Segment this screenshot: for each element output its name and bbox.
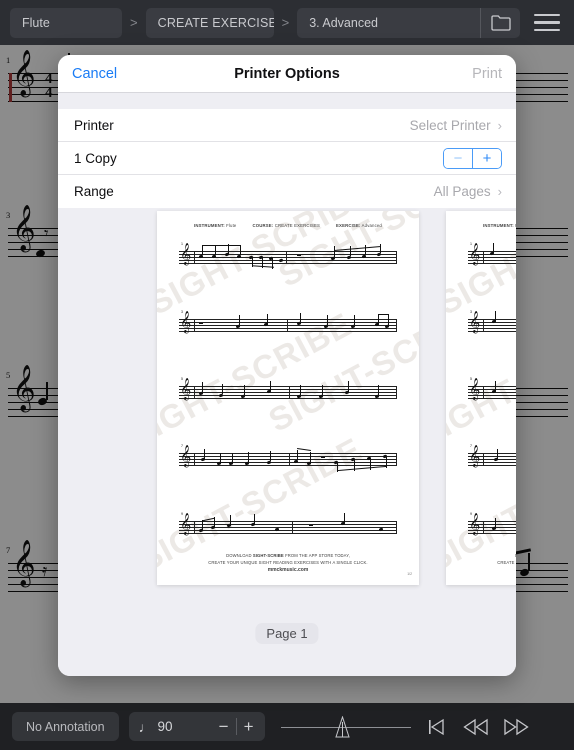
page-header: INSTRUMENT: Flute COURSE: CREATE EXERCIS… — [157, 223, 419, 228]
footer-line-2: CREATE YOUR UNIQUE SIGHT READING EXERCIS… — [208, 559, 368, 565]
page-footer: DOWNLOAD SIGHT-SCRIBE FROM THE APP STORE… — [446, 553, 516, 575]
page-number-label: 1/2 — [407, 572, 412, 576]
print-button[interactable]: Print — [472, 66, 502, 82]
decrease-copies-button[interactable]: − — [444, 148, 472, 168]
header-instrument-key: INSTRUMENT: — [194, 223, 225, 228]
breadcrumb-instrument[interactable]: Flute — [10, 7, 122, 38]
header-exercise-key: EXERCISE: — [336, 223, 361, 228]
treble-clef-icon: 𝄞 — [180, 243, 192, 265]
breadcrumb-course-label: CREATE EXERCISES — [157, 15, 274, 30]
treble-clef-icon: 𝄞 — [180, 445, 192, 467]
treble-clef-icon: 𝄞 — [180, 378, 192, 400]
header-course-value: CREATE EXERCISES — [274, 223, 321, 228]
metronome-volume-slider[interactable] — [280, 714, 411, 740]
treble-clef-icon: 𝄞 — [469, 445, 481, 467]
printer-row[interactable]: Printer Select Printer › — [58, 109, 516, 142]
treble-clef-icon: 𝄞 — [469, 243, 481, 265]
header-instrument: INSTRUMENT: Flute — [483, 223, 516, 228]
treble-clef-icon: 𝄞 — [180, 513, 192, 535]
printer-row-value: Select Printer — [409, 117, 491, 133]
chevron-right-icon: › — [497, 117, 502, 133]
header-instrument-key: INSTRUMENT: — [483, 223, 514, 228]
range-row-value-group: All Pages › — [434, 184, 502, 199]
hamburger-menu-button[interactable] — [530, 8, 564, 38]
options-list: Printer Select Printer › 1 Copy − + Rang… — [58, 109, 516, 208]
app-root: 1 𝄞 4 4 3 𝄞 𝄾 5 𝄞 7 𝄞 𝄿 Flute > CREATE E… — [0, 0, 574, 750]
copies-stepper: − + — [443, 147, 502, 169]
staff-lines — [179, 319, 397, 332]
breadcrumb-exercise[interactable]: 3. Advanced — [297, 7, 520, 38]
watermark-text: SIGHT-SCRIBE — [262, 290, 419, 439]
header-exercise-value: Advanced — [361, 223, 382, 228]
breadcrumb-course[interactable]: CREATE EXERCISES — [145, 7, 274, 38]
chevron-right-icon: › — [497, 184, 502, 199]
tempo-control: ♩ 90 − + — [128, 712, 265, 741]
header-spacer — [58, 93, 516, 109]
bottom-toolbar: No Annotation ♩ 90 − + — [0, 703, 574, 750]
preview-page-2[interactable]: SIGHT-SCRIBE SIGHT-SCRIBE SIGHT-SCRIBE S… — [446, 211, 516, 585]
copies-row-label: 1 Copy — [74, 150, 117, 166]
rewind-button[interactable] — [461, 714, 491, 740]
hamburger-line — [534, 28, 560, 32]
breadcrumb-exercise-label: 3. Advanced — [309, 15, 378, 30]
increase-copies-button[interactable]: + — [473, 148, 501, 168]
tempo-decrease-button[interactable]: − — [212, 717, 236, 737]
hamburger-line — [534, 21, 560, 24]
page-header: INSTRUMENT: Flute COURSE: CREATE EXERCIS… — [446, 223, 516, 228]
annotation-button[interactable]: No Annotation — [12, 712, 119, 741]
page-footer: DOWNLOAD SIGHT-SCRIBE FROM THE APP STORE… — [157, 553, 419, 575]
treble-clef-icon: 𝄞 — [180, 311, 192, 333]
staff-lines — [179, 386, 397, 399]
range-row-value: All Pages — [433, 184, 491, 199]
tempo-value: 90 — [157, 719, 173, 734]
breadcrumb-instrument-label: Flute — [22, 15, 50, 30]
skip-to-start-icon — [428, 718, 444, 735]
range-row-label: Range — [74, 184, 114, 199]
metronome-icon[interactable] — [333, 715, 352, 739]
header-course: COURSE: CREATE EXERCISES — [252, 223, 320, 228]
header-course-key: COURSE: — [252, 223, 274, 228]
copies-row: 1 Copy − + — [58, 142, 516, 175]
folder-icon — [490, 15, 511, 31]
breadcrumb-separator: > — [281, 15, 290, 30]
print-preview-area[interactable]: SIGHT-SCRIBE SIGHT-SCRIBE SIGHT-SCRIBE S… — [58, 208, 516, 676]
treble-clef-icon: 𝄞 — [469, 378, 481, 400]
header-instrument: INSTRUMENT: Flute — [194, 223, 236, 228]
page-indicator-badge: Page 1 — [255, 623, 319, 644]
dialog-title: Printer Options — [234, 65, 340, 82]
range-row[interactable]: Range All Pages › — [58, 175, 516, 208]
tempo-increase-button[interactable]: + — [237, 717, 261, 737]
footer-website: mmckmusic.com — [267, 567, 309, 574]
top-toolbar: Flute > CREATE EXERCISES > 3. Advanced — [0, 0, 574, 45]
quarter-note-icon: ♩ — [138, 718, 153, 735]
fast-forward-icon — [503, 718, 529, 735]
treble-clef-icon: 𝄞 — [469, 513, 481, 535]
skip-to-start-button[interactable] — [421, 714, 451, 740]
footer-line1-brand: SIGHT-SCRIBE — [252, 553, 284, 559]
dialog-header: Cancel Printer Options Print — [58, 55, 516, 93]
breadcrumb-separator: > — [130, 15, 138, 30]
header-instrument-value: Flute — [226, 223, 237, 228]
footer-line1-a: DOWNLOAD — [515, 553, 516, 558]
header-exercise: EXERCISE: Advanced — [336, 223, 382, 228]
rewind-icon — [462, 718, 488, 735]
staff-lines — [179, 453, 397, 466]
fast-forward-button[interactable] — [501, 714, 531, 740]
printer-row-value-group: Select Printer › — [410, 118, 502, 133]
preview-page-1[interactable]: SIGHT-SCRIBE SIGHT-SCRIBE SIGHT-SCRIBE S… — [157, 211, 419, 585]
footer-website: mmckmusic.com — [446, 567, 516, 575]
footer-line1-a: DOWNLOAD — [226, 553, 253, 559]
printer-options-dialog: Cancel Printer Options Print Printer Sel… — [58, 55, 516, 676]
treble-clef-icon: 𝄞 — [469, 311, 481, 333]
printer-row-label: Printer — [74, 117, 114, 133]
footer-line1-c: FROM THE APP STORE TODAY, — [283, 553, 350, 559]
hamburger-line — [534, 13, 560, 17]
footer-line-2: CREATE YOUR UNIQUE SIGHT READING EXERCIS… — [497, 559, 516, 565]
header-instrument-value: Flute — [515, 223, 516, 228]
folder-button[interactable] — [480, 7, 520, 38]
